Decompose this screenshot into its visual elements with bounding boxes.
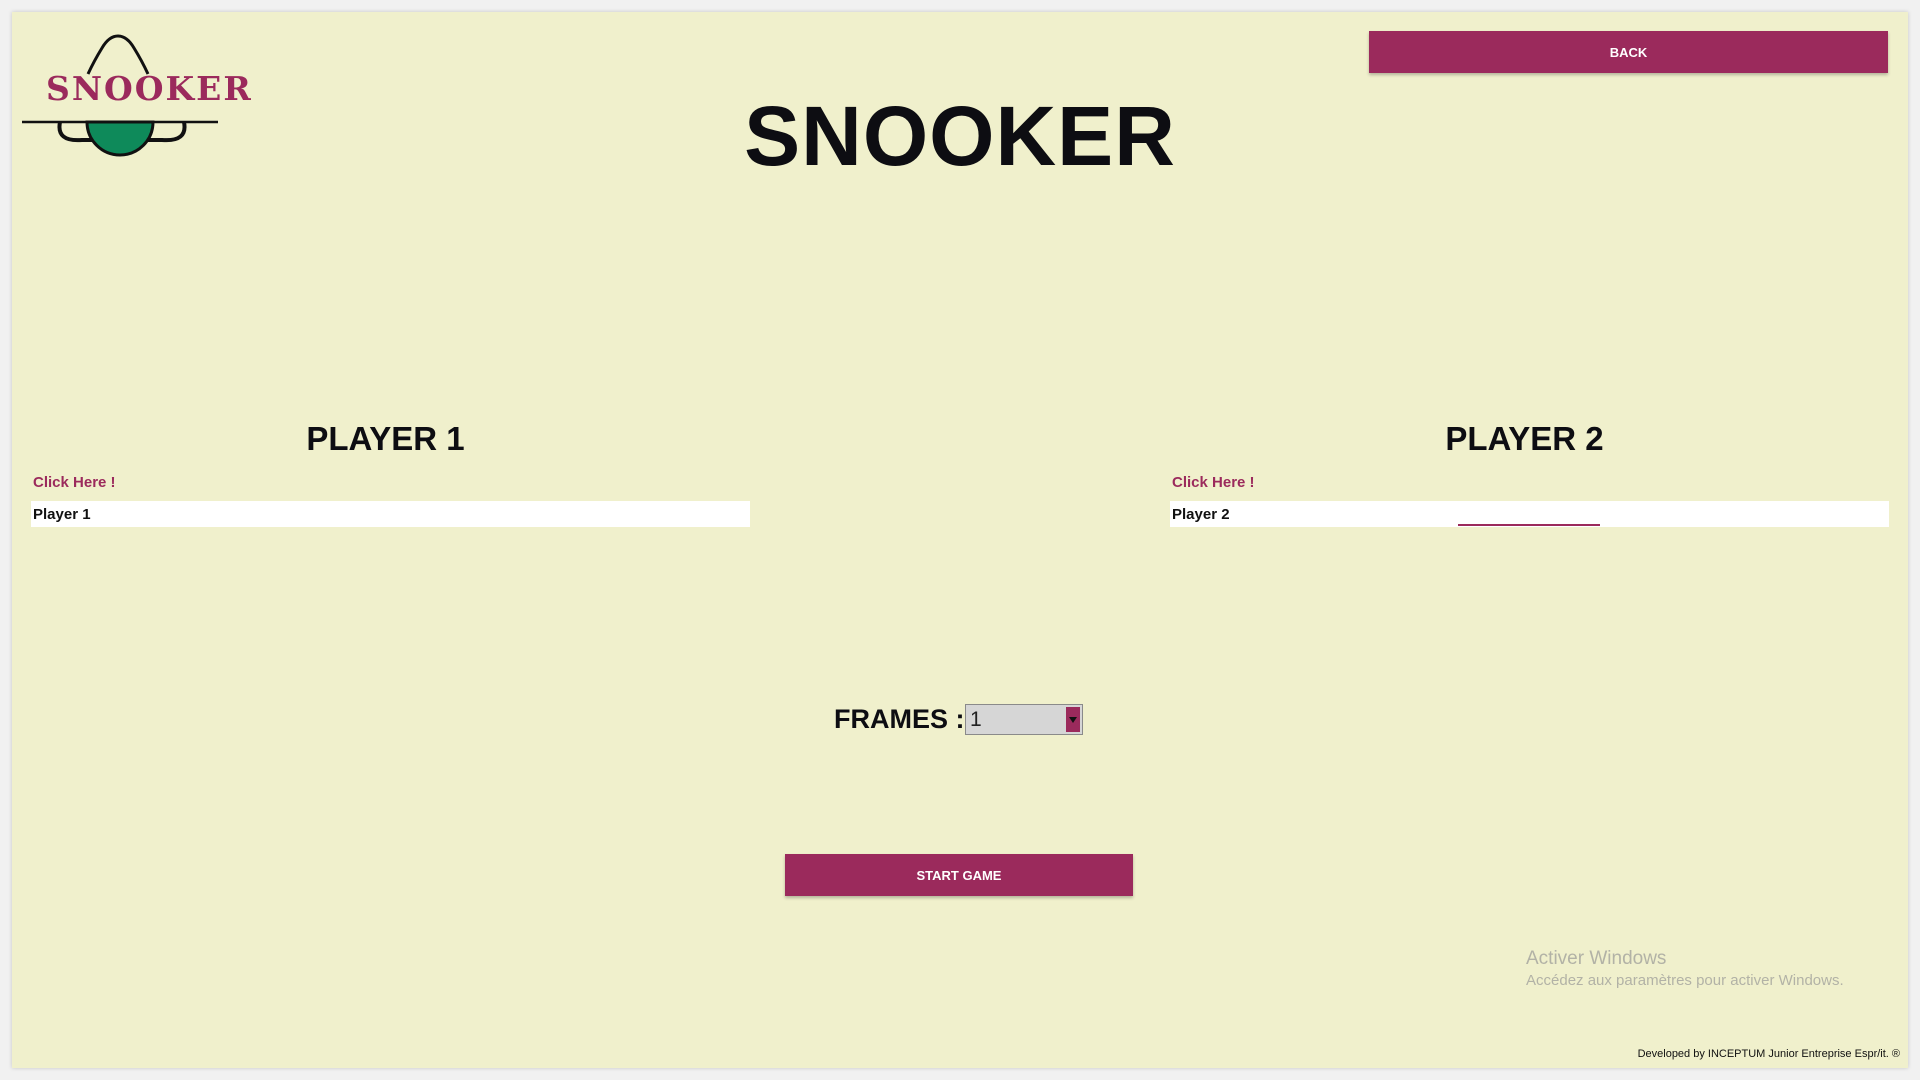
start-game-button[interactable]: START GAME — [785, 854, 1133, 896]
chevron-down-icon[interactable] — [1066, 707, 1080, 732]
player2-click-label[interactable]: Click Here ! — [1172, 474, 1255, 491]
frames-select[interactable]: 1 — [965, 704, 1083, 735]
frames-label: FRAMES : — [834, 704, 965, 734]
app-window: SNOOKER SNOOKER BACK PLAYER 1 PLAYER 2 C… — [12, 12, 1908, 1068]
back-button[interactable]: BACK — [1369, 31, 1888, 73]
watermark-title: Activer Windows — [1526, 948, 1667, 969]
page-title: SNOOKER — [744, 89, 1176, 183]
windows-activation-watermark: Activer Windows Accédez aux paramètres p… — [1526, 947, 1844, 991]
player2-input-focus-underline — [1458, 524, 1600, 526]
player2-title: PLAYER 2 — [1445, 420, 1604, 457]
footer-credits: Developed by INCEPTUM Junior Entreprise … — [1637, 1048, 1900, 1060]
player1-click-label[interactable]: Click Here ! — [33, 474, 116, 491]
frames-selected-value: 1 — [970, 708, 982, 731]
watermark-subtitle: Accédez aux paramètres pour activer Wind… — [1526, 972, 1844, 989]
player1-name-input[interactable] — [31, 501, 750, 527]
player1-title: PLAYER 1 — [306, 420, 465, 457]
